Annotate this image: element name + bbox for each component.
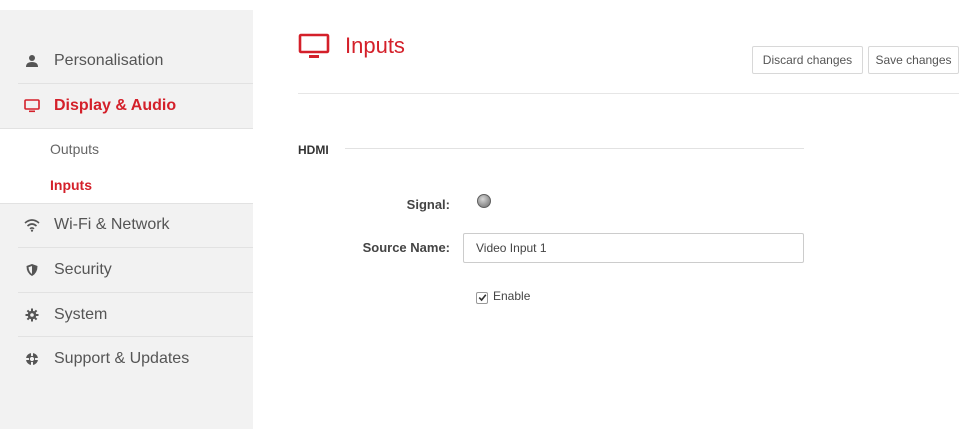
sidebar-item-personalisation[interactable]: Personalisation xyxy=(0,39,253,83)
sidebar-item-label: Wi-Fi & Network xyxy=(54,216,170,233)
sidebar-item-display-audio[interactable]: Display & Audio xyxy=(0,84,253,128)
sidebar-item-support-updates[interactable]: Support & Updates xyxy=(0,337,253,381)
monitor-icon xyxy=(24,98,40,114)
sidebar-item-label: Personalisation xyxy=(54,52,164,69)
signal-label: Signal: xyxy=(406,197,450,212)
sidebar-item-label: Display & Audio xyxy=(54,97,177,114)
monitor-icon xyxy=(298,32,330,62)
sidebar-item-wifi-network[interactable]: Wi-Fi & Network xyxy=(0,203,253,247)
save-changes-button[interactable]: Save changes xyxy=(868,46,959,74)
header-divider xyxy=(298,93,959,94)
signal-indicator xyxy=(477,194,491,208)
subitem-outputs[interactable]: Outputs xyxy=(50,141,99,157)
sidebar-item-label: Support & Updates xyxy=(54,350,190,367)
discard-changes-button[interactable]: Discard changes xyxy=(752,46,863,74)
enable-label: Enable xyxy=(493,289,531,303)
lifebuoy-icon xyxy=(24,351,40,367)
checkmark-icon xyxy=(478,289,487,307)
sidebar-item-security[interactable]: Security xyxy=(0,248,253,292)
sidebar: Personalisation Display & Audio Outputs … xyxy=(0,10,253,429)
section-divider xyxy=(345,148,804,149)
user-icon xyxy=(24,53,40,69)
source-name-label: Source Name: xyxy=(362,240,450,255)
sidebar-item-label: System xyxy=(54,306,108,323)
source-name-input[interactable] xyxy=(463,233,804,263)
enable-checkbox[interactable] xyxy=(476,292,488,304)
sidebar-item-label: Security xyxy=(54,261,112,278)
shield-icon xyxy=(24,262,40,278)
display-audio-submenu: Outputs Inputs xyxy=(0,128,253,204)
section-title: HDMI xyxy=(298,143,329,157)
wifi-icon xyxy=(24,217,40,233)
gear-icon xyxy=(24,307,40,323)
page-title: Inputs xyxy=(345,33,405,58)
subitem-inputs[interactable]: Inputs xyxy=(50,177,92,193)
sidebar-item-system[interactable]: System xyxy=(0,293,253,337)
